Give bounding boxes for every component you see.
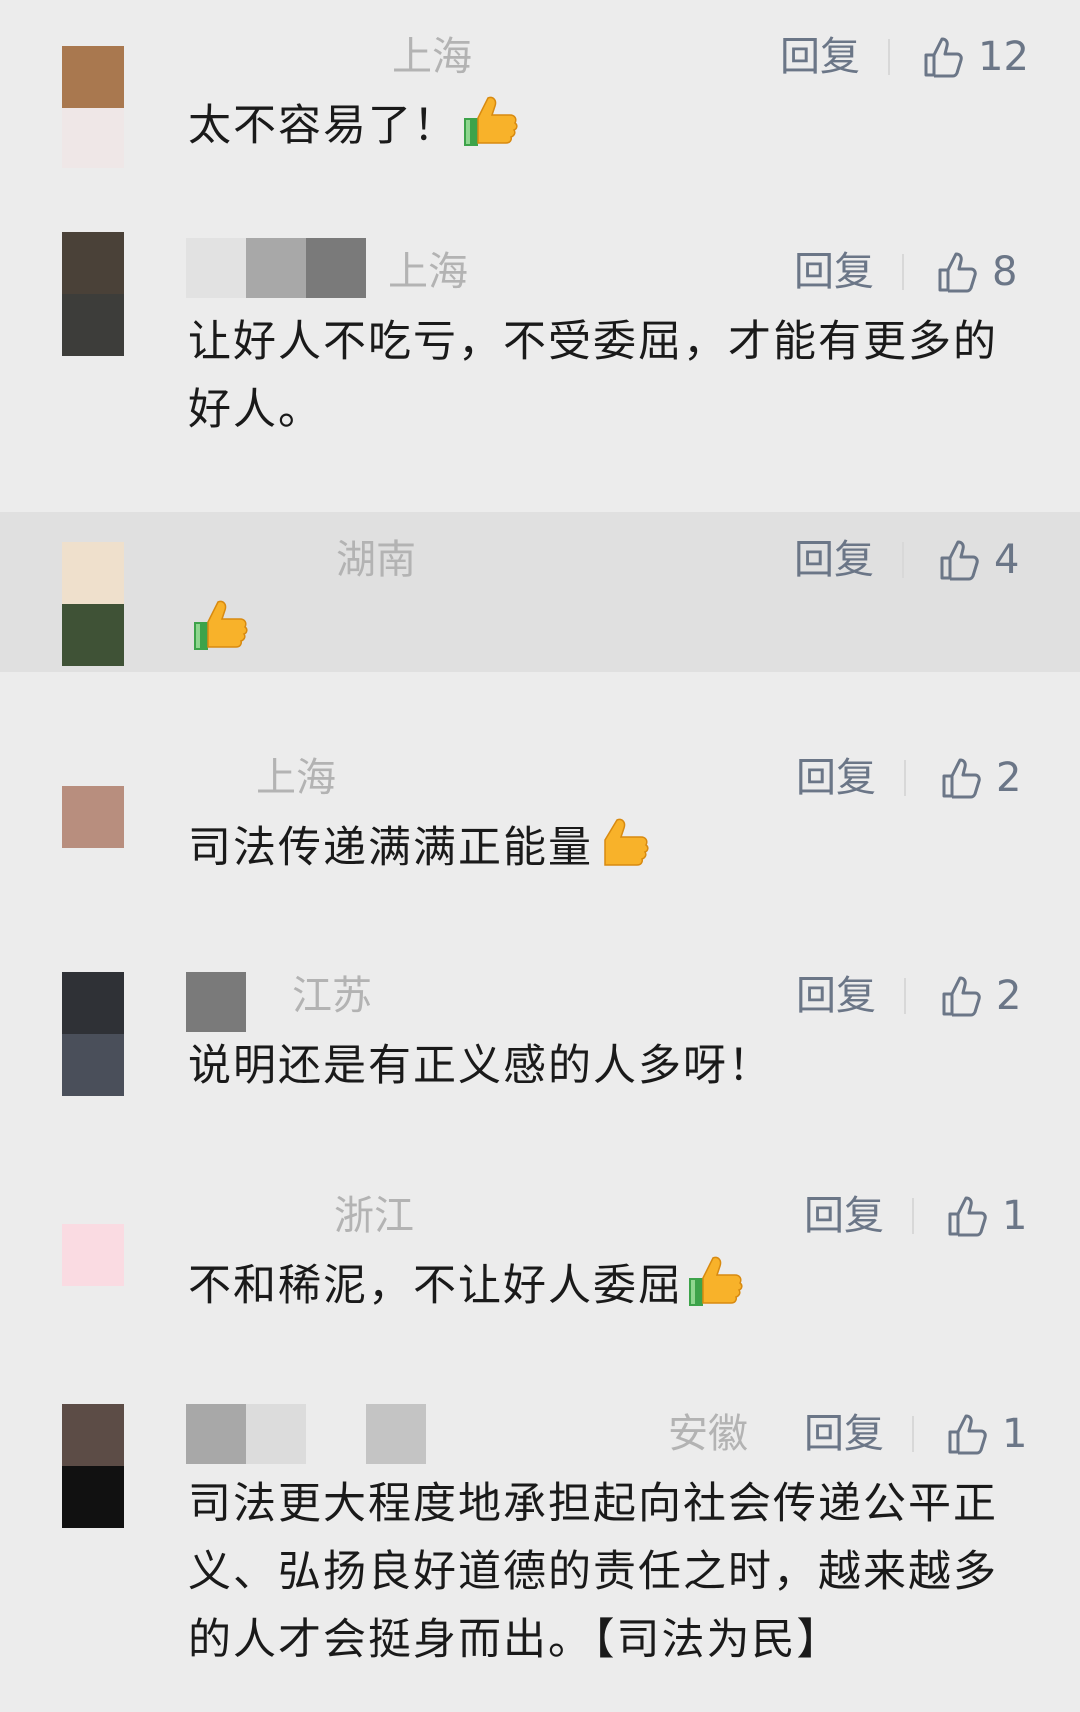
comment-location: 湖南 <box>336 537 416 583</box>
thumbs-up-outline-icon <box>938 252 977 293</box>
action-divider <box>904 760 906 796</box>
username-blurred <box>186 1404 426 1464</box>
comment-location: 上海 <box>256 755 336 801</box>
comment-location: 江苏 <box>292 973 372 1019</box>
like-button[interactable]: 1 <box>942 1186 1027 1246</box>
comment-text-content: 司法传递满满正能量 <box>188 823 593 873</box>
avatar[interactable] <box>62 46 124 168</box>
reply-button[interactable]: 回复 <box>796 966 876 1026</box>
avatar[interactable] <box>62 1224 124 1286</box>
comment-item: 上海 回复 12 太不容易了！ <box>0 0 1080 200</box>
thumbs-up-outline-icon <box>942 976 981 1017</box>
like-button[interactable]: 2 <box>936 748 1021 808</box>
comment-location: 上海 <box>392 34 472 80</box>
action-divider <box>888 39 890 75</box>
thumbs-up-outline-icon <box>942 758 981 799</box>
comment-text: 司法更大程度地承担起向社会传递公平正义、弘扬良好道德的责任之时，越来越多的人才会… <box>188 1470 1028 1674</box>
comment-list: 上海 回复 12 太不容易了！ 上海 回复 8 让好人不吃亏，不受委屈，才能有更… <box>0 0 1080 1712</box>
comment-text: 说明还是有正义感的人多呀！ <box>188 1032 1028 1100</box>
comment-text: 让好人不吃亏，不受委屈，才能有更多的好人。 <box>188 308 1028 444</box>
thumbs-up-outline-icon <box>940 540 979 581</box>
comment-text-content: 让好人不吃亏，不受委屈，才能有更多的好人。 <box>188 317 998 435</box>
comment-item: 上海 回复 2 司法传递满满正能量 <box>0 672 1080 940</box>
comment-item: 湖南 回复 4 <box>0 512 1080 672</box>
thumbs-up-emoji-icon <box>689 1256 743 1306</box>
comment-text: 太不容易了！ <box>188 92 1028 160</box>
username-blurred <box>186 238 366 298</box>
thumbs-up-outline-icon <box>924 37 963 78</box>
avatar[interactable] <box>62 542 124 666</box>
like-count: 12 <box>978 34 1029 80</box>
action-divider <box>912 1416 914 1452</box>
like-button[interactable]: 8 <box>932 242 1017 302</box>
like-count: 2 <box>996 755 1022 801</box>
comment-text: 司法传递满满正能量 <box>188 814 1028 882</box>
reply-button[interactable]: 回复 <box>804 1186 884 1246</box>
comment-item: 江苏 回复 2 说明还是有正义感的人多呀！ <box>0 940 1080 1160</box>
like-button[interactable]: 2 <box>936 966 1021 1026</box>
thumbs-up-outline-icon <box>948 1196 987 1237</box>
comment-item: 安徽 回复 1 司法更大程度地承担起向社会传递公平正义、弘扬良好道德的责任之时，… <box>0 1378 1080 1712</box>
comment-location: 安徽 <box>668 1411 748 1457</box>
like-button[interactable]: 4 <box>934 530 1019 590</box>
thumbs-up-emoji-icon <box>464 96 518 146</box>
action-divider <box>902 254 904 290</box>
comment-text <box>188 596 1028 664</box>
like-count: 1 <box>1002 1411 1028 1457</box>
avatar[interactable] <box>62 232 124 356</box>
thumbs-up-outline-icon <box>948 1414 987 1455</box>
reply-button[interactable]: 回复 <box>794 242 874 302</box>
like-count: 4 <box>994 537 1020 583</box>
action-divider <box>902 542 904 578</box>
comment-text-content: 太不容易了！ <box>188 101 458 151</box>
avatar[interactable] <box>62 972 124 1096</box>
action-divider <box>912 1198 914 1234</box>
comment-item: 浙江 回复 1 不和稀泥，不让好人委屈 <box>0 1160 1080 1378</box>
avatar[interactable] <box>62 786 124 848</box>
like-button[interactable]: 12 <box>918 27 1029 87</box>
comment-text-content: 不和稀泥，不让好人委屈 <box>188 1261 683 1311</box>
like-count: 1 <box>1002 1193 1028 1239</box>
reply-button[interactable]: 回复 <box>796 748 876 808</box>
comment-location: 浙江 <box>334 1193 414 1239</box>
like-button[interactable]: 1 <box>942 1404 1027 1464</box>
like-count: 2 <box>996 973 1022 1019</box>
avatar[interactable] <box>62 1404 124 1528</box>
thumbs-up-emoji-icon <box>194 600 248 650</box>
like-count: 8 <box>992 249 1018 295</box>
comment-item: 上海 回复 8 让好人不吃亏，不受委屈，才能有更多的好人。 <box>0 200 1080 505</box>
thumbs-up-emoji-icon <box>604 818 649 866</box>
comment-text-content: 司法更大程度地承担起向社会传递公平正义、弘扬良好道德的责任之时，越来越多的人才会… <box>188 1479 998 1665</box>
reply-button[interactable]: 回复 <box>780 27 860 87</box>
reply-button[interactable]: 回复 <box>804 1404 884 1464</box>
comment-text: 不和稀泥，不让好人委屈 <box>188 1252 1028 1320</box>
action-divider <box>904 978 906 1014</box>
username-blurred <box>186 972 246 1032</box>
reply-button[interactable]: 回复 <box>794 530 874 590</box>
comment-text-content: 说明还是有正义感的人多呀！ <box>188 1041 773 1091</box>
comment-location: 上海 <box>388 249 468 295</box>
